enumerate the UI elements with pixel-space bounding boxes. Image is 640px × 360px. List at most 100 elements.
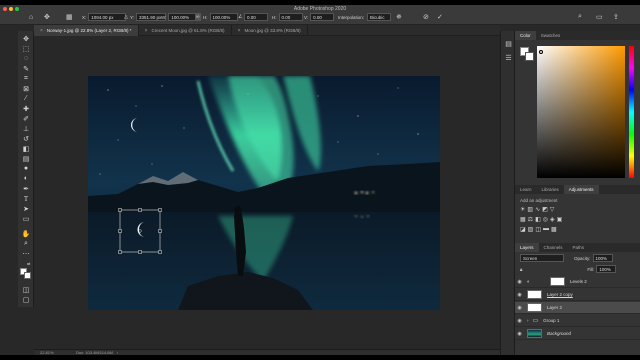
gradient-tool-icon[interactable]: ▤: [21, 154, 31, 163]
dodge-tool-icon[interactable]: ◐: [21, 174, 31, 183]
tab-learn[interactable]: Learn: [515, 185, 537, 194]
warp-mode-icon[interactable]: ✵: [396, 13, 402, 21]
gradient-map-icon[interactable]: ▬: [543, 226, 549, 233]
cancel-transform-icon[interactable]: ⊘: [423, 13, 429, 21]
rectangle-tool-icon[interactable]: ▭: [21, 214, 31, 223]
pen-tool-icon[interactable]: ✒: [21, 184, 31, 193]
canvas-area[interactable]: [34, 36, 500, 349]
color-balance-icon[interactable]: ⚖: [528, 216, 533, 223]
layer-name[interactable]: Layer 2 copy: [547, 292, 573, 297]
layer-thumbnail[interactable]: [527, 329, 542, 338]
close-tab-icon[interactable]: ×: [145, 28, 148, 34]
angle-input[interactable]: 0.00: [244, 13, 268, 21]
h-input[interactable]: 100.00%: [209, 13, 238, 21]
layer-name[interactable]: Group 1: [543, 318, 559, 323]
swap-colors-icon[interactable]: ⇄: [27, 261, 30, 266]
marquee-tool-icon[interactable]: ⬚: [21, 44, 31, 53]
threshold-icon[interactable]: ◫: [535, 226, 541, 233]
layer-thumbnail[interactable]: [527, 303, 542, 312]
tab-moon[interactable]: × Moon.jpg @ 33.8% (RGB/8): [232, 25, 308, 36]
home-icon[interactable]: ⌂: [29, 13, 33, 21]
interpolation-select[interactable]: Bicubic: [367, 13, 392, 21]
chevron-right-icon[interactable]: ›: [117, 350, 118, 355]
lasso-tool-icon[interactable]: ◌: [21, 54, 31, 63]
layer-thumbnail[interactable]: [527, 290, 542, 299]
hskew-input[interactable]: 0.00: [278, 13, 303, 21]
chevron-right-icon[interactable]: ›: [527, 318, 529, 323]
exposure-icon[interactable]: ◩: [542, 206, 548, 213]
x-input[interactable]: 1094.00 px: [88, 13, 127, 21]
layer-row[interactable]: ◉ Background: [515, 328, 640, 340]
eye-icon[interactable]: ◉: [515, 305, 524, 311]
hand-tool-icon[interactable]: ✋: [21, 229, 31, 238]
blur-tool-icon[interactable]: ●: [21, 164, 31, 173]
healing-brush-icon[interactable]: ✚: [21, 104, 31, 113]
tab-norway[interactable]: × Norway-1.jpg @ 22.8% (Layer 2, RGB/8) …: [34, 25, 139, 36]
triangle-delta-icon[interactable]: △: [124, 13, 128, 21]
layer-row-selected[interactable]: ◉ Layer 2: [515, 302, 640, 314]
stamp-tool-icon[interactable]: ⊥: [21, 124, 31, 133]
properties-panel-icon[interactable]: ☰: [504, 53, 513, 62]
layer-row[interactable]: ◉ › ▭ Group 1: [515, 315, 640, 327]
hue-slider[interactable]: [629, 46, 634, 178]
tab-paths[interactable]: Paths: [568, 243, 590, 252]
document-size[interactable]: Doc: 103.4M/114.6M: [76, 350, 113, 355]
tab-adjustments[interactable]: Adjustments: [563, 185, 599, 194]
layer-name[interactable]: Background: [547, 331, 571, 336]
document-canvas[interactable]: [88, 76, 440, 310]
invert-icon[interactable]: ◪: [520, 226, 526, 233]
crop-tool-icon[interactable]: ⌗: [21, 74, 31, 83]
eye-icon[interactable]: ◉: [515, 318, 524, 324]
vibrance-icon[interactable]: ▽: [550, 206, 555, 213]
path-select-tool-icon[interactable]: ➤: [21, 204, 31, 213]
type-tool-icon[interactable]: T: [21, 194, 31, 203]
screen-mode-icon[interactable]: ▢: [21, 295, 31, 304]
workspace-icon[interactable]: ▭: [596, 13, 603, 21]
eye-icon[interactable]: ◉: [515, 292, 524, 298]
commit-transform-icon[interactable]: ✓: [437, 13, 443, 21]
selective-color-icon[interactable]: ▩: [551, 226, 557, 233]
tab-color[interactable]: Color: [515, 31, 536, 40]
zoom-tool-icon[interactable]: ⌕: [21, 239, 31, 248]
background-color-swatch[interactable]: [24, 272, 31, 279]
black-white-icon[interactable]: ◧: [535, 216, 541, 223]
w-input[interactable]: 100.00%: [168, 13, 197, 21]
reference-point-icon[interactable]: ▦: [66, 13, 73, 21]
tab-crescent-moon[interactable]: × Crecent Moon.jpg @ 61.8% (RGB/8): [139, 25, 232, 36]
posterize-icon[interactable]: ▨: [528, 226, 534, 233]
quick-select-tool-icon[interactable]: ✎: [21, 64, 31, 73]
eyedropper-tool-icon[interactable]: ⁄: [21, 94, 31, 103]
layer-name[interactable]: Levels 2: [570, 279, 587, 284]
history-brush-icon[interactable]: ↺: [21, 134, 31, 143]
photo-filter-icon[interactable]: ◎: [543, 216, 548, 223]
brightness-icon[interactable]: ☀: [520, 206, 525, 213]
layer-row[interactable]: ◉ ◐ Levels 2: [515, 276, 640, 288]
tab-libraries[interactable]: Libraries: [537, 185, 564, 194]
channel-mixer-icon[interactable]: ◈: [550, 216, 555, 223]
eye-icon[interactable]: ◉: [515, 331, 524, 337]
opacity-input[interactable]: 100%: [592, 254, 613, 262]
color-lookup-icon[interactable]: ▣: [557, 216, 563, 223]
tab-channels[interactable]: Channels: [539, 243, 568, 252]
link-icon[interactable]: ∞: [195, 13, 201, 21]
tab-layers[interactable]: Layers: [515, 243, 539, 252]
vskew-input[interactable]: 0.00: [310, 13, 335, 21]
tab-swatches[interactable]: Swatches: [536, 31, 566, 40]
zoom-level[interactable]: 22.81%: [40, 350, 70, 355]
quick-mask-icon[interactable]: ◫: [21, 285, 31, 294]
blend-mode-select[interactable]: Screen: [520, 254, 564, 262]
curves-icon[interactable]: ∿: [535, 206, 540, 213]
close-tab-icon[interactable]: ×: [40, 28, 43, 34]
close-tab-icon[interactable]: ×: [238, 28, 241, 34]
search-icon[interactable]: ⌕: [578, 13, 582, 21]
move-tool-icon[interactable]: ✥: [44, 13, 50, 21]
layer-name[interactable]: Layer 2: [547, 305, 562, 310]
move-tool-icon[interactable]: ✥: [21, 34, 31, 43]
color-picker-field[interactable]: [537, 46, 625, 178]
frame-tool-icon[interactable]: ⊠: [21, 84, 31, 93]
fill-input[interactable]: 100%: [596, 265, 617, 273]
hue-saturation-icon[interactable]: ▦: [520, 216, 526, 223]
layer-mask-thumbnail[interactable]: [550, 277, 566, 286]
levels-icon[interactable]: ▥: [527, 206, 533, 213]
eraser-tool-icon[interactable]: ◧: [21, 144, 31, 153]
